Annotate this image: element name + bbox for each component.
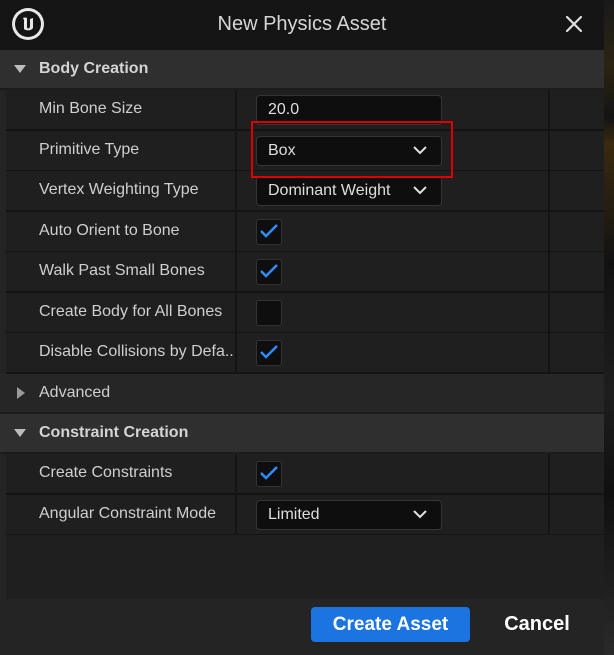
property-label: Auto Orient to Bone	[39, 222, 180, 239]
section-body-creation[interactable]: Body Creation	[0, 50, 604, 90]
property-label: Create Body for All Bones	[39, 303, 223, 320]
property-label: Disable Collisions by Defa...	[39, 343, 235, 360]
property-label: Vertex Weighting Type	[39, 181, 199, 198]
background-strip	[604, 0, 614, 655]
create-constraints-checkbox[interactable]	[256, 461, 282, 487]
row-disable-collisions: Disable Collisions by Defa...	[6, 333, 604, 374]
input-value: 20.0	[268, 101, 300, 118]
section-title: Constraint Creation	[39, 424, 189, 441]
row-walk-past-small-bones: Walk Past Small Bones	[6, 252, 604, 293]
checkmark-icon	[260, 345, 278, 359]
section-advanced[interactable]: Advanced	[0, 374, 604, 414]
section-title: Body Creation	[39, 60, 149, 77]
row-create-constraints: Create Constraints	[6, 454, 604, 495]
dialog-title: New Physics Asset	[217, 13, 387, 35]
section-constraint-creation[interactable]: Constraint Creation	[0, 414, 604, 454]
collapse-arrow-icon	[14, 429, 26, 437]
vertex-weighting-dropdown[interactable]: Dominant Weight	[256, 176, 442, 206]
checkmark-icon	[260, 264, 278, 278]
details-panel-empty-area	[6, 535, 604, 599]
walk-past-small-bones-checkbox[interactable]	[256, 259, 282, 285]
annotation-highlight-box	[251, 121, 453, 178]
disable-collisions-checkbox[interactable]	[256, 340, 282, 366]
row-angular-constraint-mode: Angular Constraint Mode Limited	[6, 495, 604, 536]
property-label: Walk Past Small Bones	[39, 262, 205, 279]
chevron-down-icon	[413, 510, 427, 519]
create-body-all-bones-checkbox[interactable]	[256, 300, 282, 326]
auto-orient-checkbox[interactable]	[256, 219, 282, 245]
title-bar: New Physics Asset	[0, 0, 604, 50]
expand-arrow-icon	[17, 387, 25, 399]
cancel-button[interactable]: Cancel	[480, 607, 594, 642]
property-label: Create Constraints	[39, 464, 173, 481]
property-label: Min Bone Size	[39, 100, 143, 117]
create-asset-button[interactable]: Create Asset	[311, 607, 470, 642]
section-title: Advanced	[39, 384, 111, 401]
row-create-body-all-bones: Create Body for All Bones	[6, 293, 604, 334]
angular-constraint-mode-dropdown[interactable]: Limited	[256, 500, 442, 530]
checkmark-icon	[260, 466, 278, 480]
property-label: Angular Constraint Mode	[39, 505, 216, 522]
close-icon[interactable]	[564, 14, 584, 34]
row-auto-orient: Auto Orient to Bone	[6, 212, 604, 253]
collapse-arrow-icon	[14, 65, 26, 73]
dropdown-value: Limited	[268, 506, 320, 523]
dropdown-value: Dominant Weight	[268, 182, 391, 199]
property-label: Primitive Type	[39, 141, 140, 158]
checkmark-icon	[260, 224, 278, 238]
chevron-down-icon	[413, 186, 427, 195]
new-physics-asset-dialog: New Physics Asset Body Creation Min Bone…	[0, 0, 604, 655]
